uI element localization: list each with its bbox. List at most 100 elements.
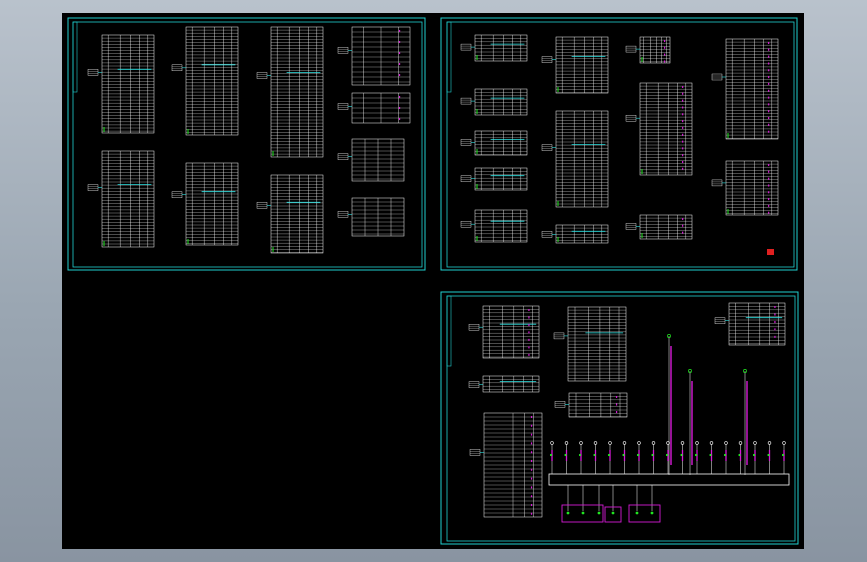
feeder-node [709, 441, 714, 445]
annotation-box [171, 191, 183, 198]
table-columns [574, 307, 620, 381]
schedule-table [625, 36, 671, 64]
branch-feeder [607, 441, 612, 474]
annotation-lines [257, 204, 267, 207]
table-rows [556, 113, 608, 205]
table-rows [475, 134, 527, 155]
annotation-lines [712, 181, 722, 185]
schedule-table [541, 110, 609, 208]
cad-viewport[interactable] [62, 13, 804, 549]
table-border [555, 224, 609, 244]
table-rows [556, 227, 608, 241]
annotation-lines [626, 225, 636, 228]
annotation-lines [461, 45, 471, 49]
feeder-node [724, 441, 728, 445]
schedule-table [469, 412, 543, 518]
table-rows [729, 306, 785, 344]
table-rows [186, 29, 238, 133]
annotation-box [714, 317, 726, 324]
annotation-box [460, 175, 472, 182]
table-rows [475, 171, 527, 189]
table-border [101, 34, 155, 134]
branch-feeder [549, 441, 554, 474]
annotation-box [337, 211, 349, 218]
annotation-box [468, 381, 480, 388]
feeder-node [738, 441, 743, 445]
table-border [725, 38, 779, 140]
riser [743, 369, 748, 475]
feeder-switch [564, 453, 567, 457]
table-border [639, 214, 693, 240]
annotation-lines [338, 49, 348, 52]
annotation-box [87, 184, 99, 191]
branch-feeder [593, 441, 598, 474]
outgoing-node [650, 511, 654, 515]
cad-drawing-canvas[interactable] [62, 13, 804, 549]
feeder-switch [622, 453, 625, 457]
branch-feeder [709, 441, 714, 474]
branch-feeder [752, 441, 757, 474]
sheet-top-left[interactable] [67, 17, 426, 271]
schedule-table [714, 302, 786, 346]
table-rows [726, 41, 778, 139]
table-rows [568, 309, 626, 379]
feeder-node [637, 441, 641, 445]
annotation-box [625, 114, 637, 122]
schedule-table [87, 34, 155, 134]
schedule-table [87, 150, 155, 248]
table-rows [483, 379, 539, 390]
feeder-node [564, 441, 569, 445]
feeder-node [782, 441, 786, 445]
annotation-lines [461, 177, 471, 180]
schedule-table [337, 92, 411, 124]
table-rows [483, 309, 539, 358]
annotation-box [468, 324, 480, 331]
table-border [728, 302, 786, 346]
table-border [639, 82, 693, 176]
schedule-table [337, 197, 405, 237]
feeder-switch [767, 453, 770, 457]
annotation-lines [542, 146, 552, 149]
table-border [270, 174, 324, 254]
outgoing-node [581, 511, 585, 515]
branch-feeder [767, 441, 772, 474]
table-columns [277, 175, 317, 253]
annotation-lines [88, 71, 98, 74]
annotation-lines [257, 74, 267, 77]
title-strip [72, 21, 78, 93]
schedule-table [711, 160, 779, 216]
table-columns [481, 89, 521, 115]
annotation-box [256, 202, 268, 209]
table-columns [732, 161, 772, 215]
table-rows [556, 39, 608, 93]
schedule-table [171, 162, 239, 246]
annotation-box [87, 69, 99, 76]
annotation-lines [626, 47, 636, 51]
annotation-box [460, 220, 472, 228]
schedule-table [468, 305, 540, 359]
annotation-box [460, 43, 472, 51]
annotation-lines [626, 117, 636, 120]
annotation-lines [461, 223, 471, 226]
feeder-node [579, 441, 583, 445]
feeder-node [593, 441, 598, 445]
schedule-table [554, 392, 628, 418]
annotation-box [625, 45, 637, 53]
sheet-bottom-right[interactable] [440, 291, 799, 545]
table-columns [646, 215, 686, 239]
annotation-lines [542, 233, 552, 236]
schedule-table [541, 224, 609, 244]
annotation-box [337, 47, 349, 54]
table-rows [640, 39, 670, 62]
sheet-top-right[interactable] [440, 17, 798, 271]
table-rows [475, 213, 527, 241]
table-columns [562, 225, 602, 243]
title-strip [446, 295, 452, 367]
feeder-node [550, 441, 554, 445]
schedule-table [711, 38, 779, 140]
table-border [474, 34, 528, 62]
annotation-lines [469, 326, 479, 329]
feeder-node [680, 441, 685, 445]
feeder-switch [549, 453, 553, 457]
annotation-box [711, 73, 723, 81]
